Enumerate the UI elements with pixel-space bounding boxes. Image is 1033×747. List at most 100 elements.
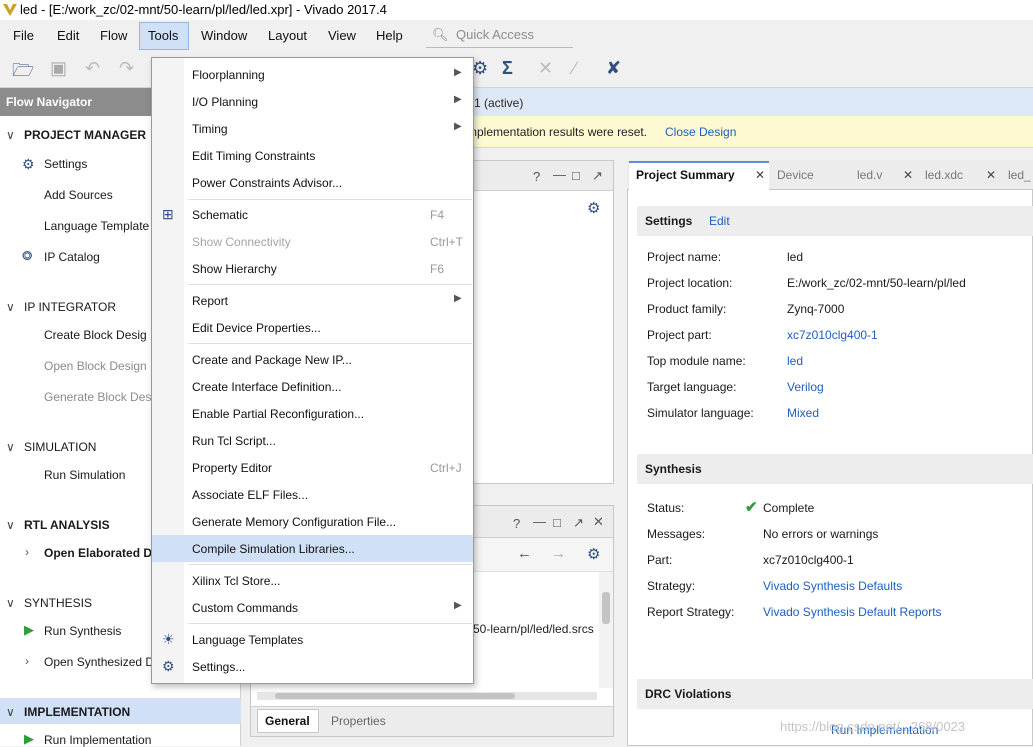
nav-language-templates[interactable]: Language Template (44, 219, 149, 233)
open-folder-icon[interactable]: 🗁︎ (12, 58, 34, 88)
nav-open-elaborated-design[interactable]: Open Elaborated De (44, 546, 159, 560)
close-icon[interactable]: ✕ (986, 168, 996, 182)
help-icon[interactable]: ? (513, 516, 520, 531)
tab-properties[interactable]: Properties (331, 714, 386, 728)
menu-item-report[interactable]: Report ▶ (152, 287, 473, 314)
menu-item-schematic[interactable]: ⊞ Schematic F4 (152, 201, 473, 228)
value-project-part[interactable]: xc7z010clg400-1 (787, 328, 878, 342)
help-icon[interactable]: ? (533, 169, 540, 184)
value-simulator-language[interactable]: Mixed (787, 406, 819, 420)
menu-item-create-interface-definition[interactable]: Create Interface Definition... (152, 373, 473, 400)
minimize-icon[interactable]: — (553, 167, 566, 182)
nav-add-sources[interactable]: Add Sources (44, 188, 113, 202)
menu-window[interactable]: Window (201, 28, 247, 43)
nav-generate-block-design[interactable]: Generate Block Des (44, 390, 151, 404)
float-icon[interactable]: ↗ (592, 168, 603, 184)
menu-flow[interactable]: Flow (100, 28, 127, 43)
value-report-strategy[interactable]: Vivado Synthesis Default Reports (763, 605, 942, 619)
sigma-icon[interactable]: Σ (502, 58, 513, 79)
undo-icon[interactable]: ↶ (85, 58, 100, 79)
menu-item-language-templates[interactable]: ☀ Language Templates (152, 626, 473, 653)
section-simulation[interactable]: ∨ SIMULATION (6, 440, 96, 454)
menu-item-floorplanning[interactable]: Floorplanning ▶ (152, 61, 473, 88)
hscroll-thumb[interactable] (275, 693, 515, 699)
menu-item-edit-device-properties[interactable]: Edit Device Properties... (152, 314, 473, 341)
tab-project-summary[interactable]: Project Summary (636, 168, 735, 182)
section-ip-integrator[interactable]: ∨ IP INTEGRATOR (6, 300, 116, 314)
close-icon[interactable]: ✕ (593, 514, 604, 530)
menu-layout[interactable]: Layout (268, 28, 307, 43)
minimize-icon[interactable]: — (533, 514, 546, 529)
gear-icon[interactable]: ⚙ (587, 199, 600, 217)
menu-item-run-tcl-script[interactable]: Run Tcl Script... (152, 427, 473, 454)
nav-run-simulation[interactable]: Run Simulation (44, 468, 125, 482)
menu-help[interactable]: Help (376, 28, 403, 43)
nav-create-block-design[interactable]: Create Block Desig (44, 328, 147, 342)
close-icon[interactable]: ✕ (755, 168, 765, 182)
nav-open-synthesized-design[interactable]: Open Synthesized D (44, 655, 154, 669)
chevron-right-icon[interactable]: › (25, 545, 29, 559)
menu-item-custom-commands[interactable]: Custom Commands ▶ (152, 594, 473, 621)
menu-item-label: Custom Commands (192, 601, 299, 615)
scrollbar-thumb[interactable] (602, 592, 610, 624)
tab-general[interactable]: General (265, 714, 310, 728)
section-project-manager[interactable]: ∨ PROJECT MANAGER (6, 128, 146, 142)
menu-item-settings[interactable]: ⚙ Settings... (152, 653, 473, 680)
menu-item-compile-simulation-libraries[interactable]: Compile Simulation Libraries... (152, 535, 473, 562)
tab-device[interactable]: Device (777, 168, 814, 182)
tab-led-more[interactable]: led_ (1008, 168, 1031, 182)
menu-item-io-planning[interactable]: I/O Planning ▶ (152, 88, 473, 115)
search-icon: 🔍︎ (432, 27, 449, 42)
save-icon[interactable]: ▣ (50, 58, 67, 79)
nav-run-synthesis[interactable]: Run Synthesis (44, 624, 121, 638)
chevron-down-icon: ∨ (6, 596, 15, 610)
wand-icon[interactable]: ∕ (573, 58, 576, 79)
menu-tools[interactable]: Tools (148, 28, 178, 43)
vertical-scrollbar[interactable] (599, 572, 613, 688)
gear-toolbar-icon[interactable]: ⚙ (472, 58, 488, 79)
menu-item-edit-timing-constraints[interactable]: Edit Timing Constraints (152, 142, 473, 169)
tab-led-xdc[interactable]: led.xdc (925, 168, 963, 182)
value-target-language[interactable]: Verilog (787, 380, 824, 394)
maximize-icon[interactable]: □ (553, 515, 561, 530)
menu-item-power-constraints-advisor[interactable]: Power Constraints Advisor... (152, 169, 473, 196)
nav-settings[interactable]: Settings (44, 157, 87, 171)
menu-item-label: Floorplanning (192, 68, 265, 82)
nav-open-block-design[interactable]: Open Block Design (44, 359, 147, 373)
menu-item-associate-elf-files[interactable]: Associate ELF Files... (152, 481, 473, 508)
section-implementation[interactable]: ∨ IMPLEMENTATION (6, 705, 130, 719)
back-arrow-icon[interactable]: ← (517, 545, 532, 562)
section-rtl-analysis[interactable]: ∨ RTL ANALYSIS (6, 518, 110, 532)
section-synthesis[interactable]: ∨ SYNTHESIS (6, 596, 92, 610)
quick-access-search[interactable]: 🔍︎ Quick Access (426, 24, 573, 48)
maximize-icon[interactable]: □ (572, 168, 580, 183)
nav-ip-catalog[interactable]: IP Catalog (44, 250, 100, 264)
debug-icon[interactable]: ✕ (538, 58, 553, 79)
gear-icon[interactable]: ⚙ (587, 545, 600, 563)
redo-icon[interactable]: ↷ (119, 58, 134, 79)
cross-tool-icon[interactable]: ✘ (606, 58, 621, 79)
value-strategy[interactable]: Vivado Synthesis Defaults (763, 579, 902, 593)
menu-item-timing[interactable]: Timing ▶ (152, 115, 473, 142)
menu-item-show-connectivity[interactable]: Show Connectivity Ctrl+T (152, 228, 473, 255)
close-icon[interactable]: ✕ (903, 168, 913, 182)
menu-item-enable-partial-reconfiguration[interactable]: Enable Partial Reconfiguration... (152, 400, 473, 427)
value-top-module[interactable]: led (787, 354, 803, 368)
menu-item-generate-memory-config[interactable]: Generate Memory Configuration File... (152, 508, 473, 535)
tab-led-v[interactable]: led.v (857, 168, 882, 182)
forward-arrow-icon[interactable]: → (551, 545, 566, 562)
menu-item-xilinx-tcl-store[interactable]: Xilinx Tcl Store... (152, 567, 473, 594)
menu-file[interactable]: File (13, 28, 34, 43)
label-simulator-language: Simulator language: (647, 406, 754, 420)
menu-view[interactable]: View (328, 28, 356, 43)
menu-item-property-editor[interactable]: Property Editor Ctrl+J (152, 454, 473, 481)
menu-item-show-hierarchy[interactable]: Show Hierarchy F6 (152, 255, 473, 282)
menu-item-create-package-ip[interactable]: Create and Package New IP... (152, 346, 473, 373)
menu-edit[interactable]: Edit (57, 28, 79, 43)
nav-run-implementation[interactable]: Run Implementation (44, 733, 151, 747)
chevron-right-icon[interactable]: › (25, 654, 29, 668)
settings-edit-link[interactable]: Edit (709, 214, 730, 228)
float-icon[interactable]: ↗ (573, 515, 584, 531)
menu-item-label: Timing (192, 122, 228, 136)
close-design-link[interactable]: Close Design (665, 125, 736, 139)
